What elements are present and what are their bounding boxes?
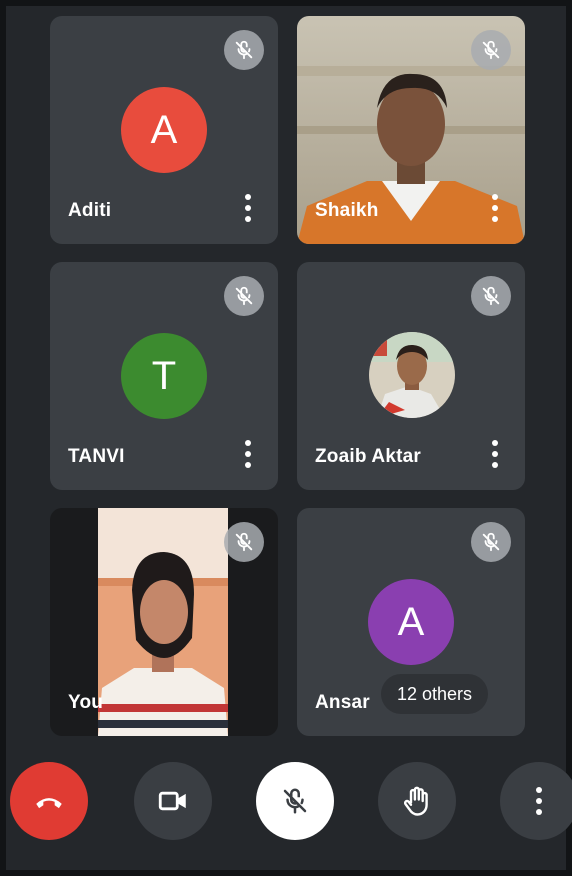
avatar bbox=[369, 332, 455, 418]
camera-button[interactable] bbox=[134, 762, 212, 840]
phone-hangup-icon bbox=[36, 798, 62, 809]
participant-tile-tanvi[interactable]: T TANVI bbox=[50, 262, 278, 490]
participant-name: Shaikh bbox=[315, 200, 379, 221]
participant-name: TANVI bbox=[68, 446, 125, 467]
mic-off-icon bbox=[471, 276, 511, 316]
more-vert-icon[interactable] bbox=[491, 440, 499, 468]
participant-tile-ansar[interactable]: A Ansar 12 others bbox=[297, 508, 525, 736]
more-vert-icon[interactable] bbox=[244, 194, 252, 222]
mic-off-icon bbox=[471, 522, 511, 562]
avatar: A bbox=[121, 87, 207, 173]
hand-icon bbox=[403, 786, 428, 816]
mic-off-icon bbox=[224, 522, 264, 562]
mic-off-icon bbox=[224, 276, 264, 316]
more-vert-icon[interactable] bbox=[244, 440, 252, 468]
participant-tile-aditi[interactable]: A Aditi bbox=[50, 16, 278, 244]
participant-tile-self[interactable]: You bbox=[50, 508, 278, 736]
more-vert-icon bbox=[535, 787, 543, 815]
mic-off-icon bbox=[471, 30, 511, 70]
participant-name: Zoaib Aktar bbox=[315, 446, 422, 467]
raise-hand-button[interactable] bbox=[378, 762, 456, 840]
mic-off-icon bbox=[283, 788, 307, 814]
participant-name: Ansar bbox=[315, 692, 370, 713]
video-camera-icon bbox=[158, 791, 186, 811]
end-call-button[interactable] bbox=[10, 762, 88, 840]
others-chip[interactable]: 12 others bbox=[381, 674, 489, 714]
mic-off-icon bbox=[224, 30, 264, 70]
microphone-button[interactable] bbox=[256, 762, 334, 840]
more-vert-icon[interactable] bbox=[491, 194, 499, 222]
self-video bbox=[98, 508, 228, 736]
avatar: T bbox=[121, 333, 207, 419]
more-options-button[interactable] bbox=[500, 762, 572, 840]
participant-tile-shaikh[interactable]: Shaikh bbox=[297, 16, 525, 244]
participant-tile-zoaib-aktar[interactable]: Zoaib Aktar bbox=[297, 262, 525, 490]
avatar: A bbox=[368, 579, 454, 665]
participant-name: Aditi bbox=[68, 200, 112, 221]
meeting-screen: A Aditi Shaikh T TANVI Zoaib Aktar You A… bbox=[0, 0, 572, 876]
participant-name: You bbox=[68, 692, 104, 713]
